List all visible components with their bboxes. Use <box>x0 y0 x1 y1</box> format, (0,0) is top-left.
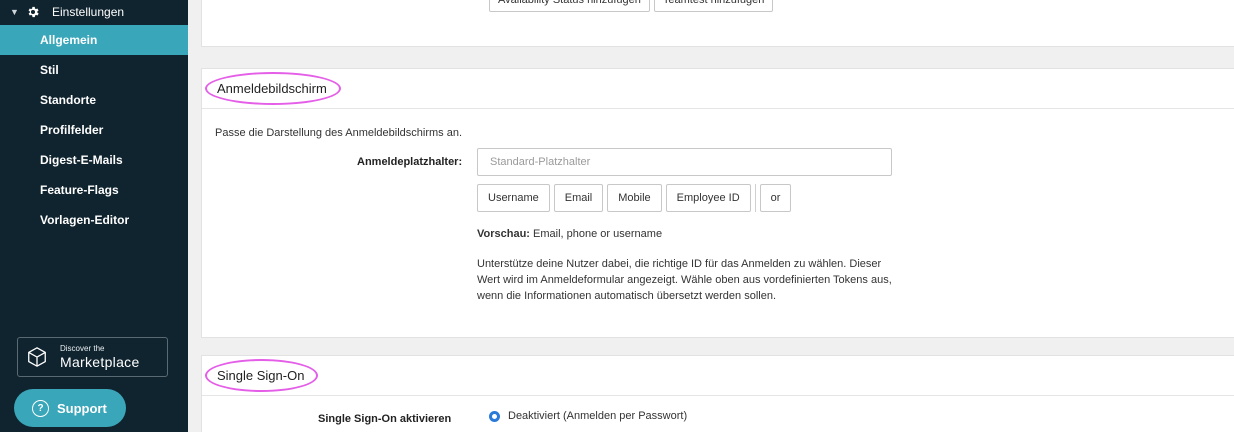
add-teamtest-button[interactable]: Teamtest hinzufügen <box>653 0 774 12</box>
preview-label: Vorschau: <box>477 228 530 240</box>
token-divider <box>754 184 756 212</box>
token-email-button[interactable]: Email <box>553 184 604 212</box>
marketplace-button[interactable]: Discover the Marketplace <box>17 337 168 377</box>
panel-header: Anmeldebildschirm <box>202 69 1234 109</box>
chevron-down-icon[interactable]: ▼ <box>10 7 20 17</box>
top-panel: Availability Status hinzufügen Teamtest … <box>201 0 1234 47</box>
section-title: Anmeldebildschirm <box>205 72 341 105</box>
sidebar-item-profilfelder[interactable]: Profilfelder <box>0 115 188 145</box>
login-placeholder-label: Anmeldeplatzhalter: <box>357 156 463 168</box>
main-content: Availability Status hinzufügen Teamtest … <box>188 0 1234 432</box>
login-screen-panel: Anmeldebildschirm Passe die Darstellung … <box>201 68 1234 338</box>
sidebar-item-einstellungen[interactable]: ▼ Einstellungen <box>0 0 188 24</box>
add-availability-status-button[interactable]: Availability Status hinzufügen <box>489 0 650 12</box>
sidebar-item-digest-emails[interactable]: Digest-E-Mails <box>0 145 188 175</box>
cube-icon <box>28 347 46 367</box>
sidebar-parent-label: Einstellungen <box>52 5 125 19</box>
login-placeholder-input[interactable] <box>477 148 892 176</box>
radio-selected-icon[interactable] <box>489 410 500 422</box>
marketplace-subtitle: Discover the <box>60 344 105 353</box>
token-row: Username Email Mobile Employee ID or <box>477 184 792 212</box>
help-text: Unterstütze deine Nutzer dabei, die rich… <box>477 258 892 302</box>
sidebar-item-label: Allgemein <box>40 33 98 47</box>
support-button[interactable]: ? Support <box>14 389 126 427</box>
sidebar-item-allgemein[interactable]: Allgemein <box>0 25 188 55</box>
sidebar-item-label: Digest-E-Mails <box>40 153 123 167</box>
sidebar-nav: Allgemein Stil Standorte Profilfelder Di… <box>0 25 188 235</box>
help-icon: ? <box>32 399 49 417</box>
preview-text: Vorschau: Email, phone or username <box>477 228 662 240</box>
sidebar-item-label: Profilfelder <box>40 123 104 137</box>
token-employee-id-button[interactable]: Employee ID <box>665 184 751 212</box>
token-username-button[interactable]: Username <box>477 184 550 212</box>
sidebar-item-label: Stil <box>40 63 59 77</box>
sidebar-item-stil[interactable]: Stil <box>0 55 188 85</box>
sso-panel: Single Sign-On Single Sign-On aktivieren… <box>201 355 1234 432</box>
sidebar-item-feature-flags[interactable]: Feature-Flags <box>0 175 188 205</box>
gear-icon <box>26 5 40 19</box>
sso-disabled-option[interactable]: Deaktiviert (Anmelden per Passwort) <box>489 410 687 422</box>
sidebar-item-label: Standorte <box>40 93 97 107</box>
token-mobile-button[interactable]: Mobile <box>607 184 662 212</box>
sidebar: ▼ Einstellungen Allgemein Stil Standorte… <box>0 0 188 432</box>
marketplace-title: Marketplace <box>60 354 140 370</box>
sidebar-item-vorlagen-editor[interactable]: Vorlagen-Editor <box>0 205 188 235</box>
support-label: Support <box>57 400 107 416</box>
sso-option-label: Deaktiviert (Anmelden per Passwort) <box>508 410 688 422</box>
sidebar-item-standorte[interactable]: Standorte <box>0 85 188 115</box>
sso-enable-label: Single Sign-On aktivieren <box>318 413 452 425</box>
sidebar-item-label: Feature-Flags <box>40 183 119 197</box>
section-title: Single Sign-On <box>204 359 319 392</box>
panel-header: Single Sign-On <box>202 356 1234 396</box>
sidebar-item-label: Vorlagen-Editor <box>40 213 130 227</box>
section-description: Passe die Darstellung des Anmeldebildsch… <box>215 127 463 139</box>
preview-value: Email, phone or username <box>533 228 663 240</box>
token-or-button[interactable]: or <box>759 184 792 212</box>
